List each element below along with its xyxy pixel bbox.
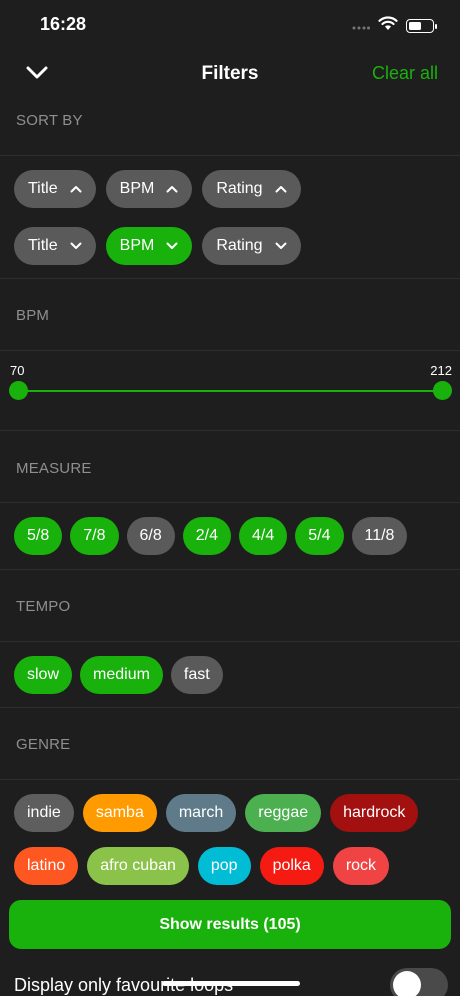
divider [0, 779, 460, 780]
status-bar: 16:28 [0, 0, 460, 50]
slider-thumb-max[interactable] [432, 381, 452, 400]
sort-title-desc-chip[interactable]: Title [14, 227, 96, 265]
section-label-bpm: BPM [16, 307, 50, 324]
chip-label: Title [28, 180, 58, 197]
sort-rating-desc-chip[interactable]: Rating [202, 227, 301, 265]
show-results-button[interactable]: Show results (105) [9, 900, 451, 949]
home-indicator [162, 981, 300, 986]
genre-chip-hardrock[interactable]: hardrock [330, 794, 419, 832]
battery-icon [406, 19, 437, 33]
chip-label: BPM [119, 180, 155, 197]
chevron-down-icon [70, 240, 82, 252]
genre-chip-afro-cuban[interactable]: afro cuban [87, 847, 189, 885]
favourites-toggle[interactable] [390, 968, 448, 996]
chip-label: Title [28, 237, 58, 254]
genre-chip-march[interactable]: march [165, 794, 237, 832]
genre-chip-indie[interactable]: indie [14, 794, 74, 832]
bpm-range-slider: 70 212 [0, 360, 460, 410]
signal-icon [352, 17, 370, 35]
clear-all-button[interactable]: Clear all [372, 63, 438, 84]
measure-chip[interactable]: 2/4 [182, 517, 231, 555]
genre-chips-row-2: latino afro cuban pop polka rock [14, 847, 390, 885]
tempo-chip[interactable]: slow [14, 656, 73, 694]
sort-bpm-desc-chip[interactable]: BPM [105, 227, 193, 265]
chip-label: BPM [119, 237, 155, 254]
sort-title-asc-chip[interactable]: Title [14, 170, 96, 208]
divider [0, 707, 460, 708]
chevron-down-icon [166, 240, 178, 252]
chevron-up-icon [275, 183, 287, 195]
bpm-min-label: 70 [10, 363, 25, 378]
chip-label: Rating [216, 237, 263, 254]
divider [0, 350, 460, 351]
chevron-down-icon [275, 240, 287, 252]
measure-chip[interactable]: 5/8 [14, 517, 63, 555]
tempo-chips: slow medium fast [14, 656, 223, 694]
genre-chip-reggae[interactable]: reggae [245, 794, 322, 832]
chevron-up-icon [166, 183, 178, 195]
measure-chips: 5/8 7/8 6/8 2/4 4/4 5/4 11/8 [14, 517, 408, 555]
measure-chip[interactable]: 7/8 [70, 517, 119, 555]
toggle-knob [393, 971, 421, 996]
measure-chip[interactable]: 5/4 [295, 517, 344, 555]
measure-chip[interactable]: 4/4 [239, 517, 288, 555]
divider [0, 502, 460, 503]
divider [0, 569, 460, 570]
genre-chip-polka[interactable]: polka [259, 847, 324, 885]
status-time: 16:28 [40, 14, 87, 34]
divider [0, 155, 460, 156]
sort-rating-asc-chip[interactable]: Rating [202, 170, 301, 208]
divider [0, 430, 460, 431]
status-icons [352, 16, 437, 36]
section-label-sort-by: SORT BY [16, 112, 83, 129]
tempo-chip[interactable]: medium [80, 656, 163, 694]
navigation-bar: Filters Clear all [0, 52, 460, 96]
section-label-tempo: TEMPO [16, 598, 71, 615]
measure-chip[interactable]: 11/8 [351, 517, 408, 555]
genre-chip-pop[interactable]: pop [197, 847, 251, 885]
sort-ascending-row: Title BPM Rating [14, 170, 301, 208]
divider [0, 278, 460, 279]
section-label-measure: MEASURE [16, 460, 92, 477]
genre-chip-rock[interactable]: rock [332, 847, 390, 885]
slider-track[interactable] [18, 390, 442, 392]
sort-descending-row: Title BPM Rating [14, 227, 301, 265]
chip-label: Rating [216, 180, 263, 197]
chevron-up-icon [70, 183, 82, 195]
bpm-max-label: 212 [430, 363, 452, 378]
wifi-icon [378, 16, 398, 36]
divider [0, 641, 460, 642]
battery-level [409, 22, 421, 30]
sort-bpm-asc-chip[interactable]: BPM [105, 170, 193, 208]
slider-thumb-min[interactable] [8, 381, 28, 400]
measure-chip[interactable]: 6/8 [126, 517, 175, 555]
section-label-genre: GENRE [16, 736, 71, 753]
tempo-chip[interactable]: fast [170, 656, 223, 694]
genre-chip-latino[interactable]: latino [14, 847, 79, 885]
genre-chip-samba[interactable]: samba [82, 794, 157, 832]
genre-chips-row-1: indie samba march reggae hardrock [14, 794, 419, 832]
